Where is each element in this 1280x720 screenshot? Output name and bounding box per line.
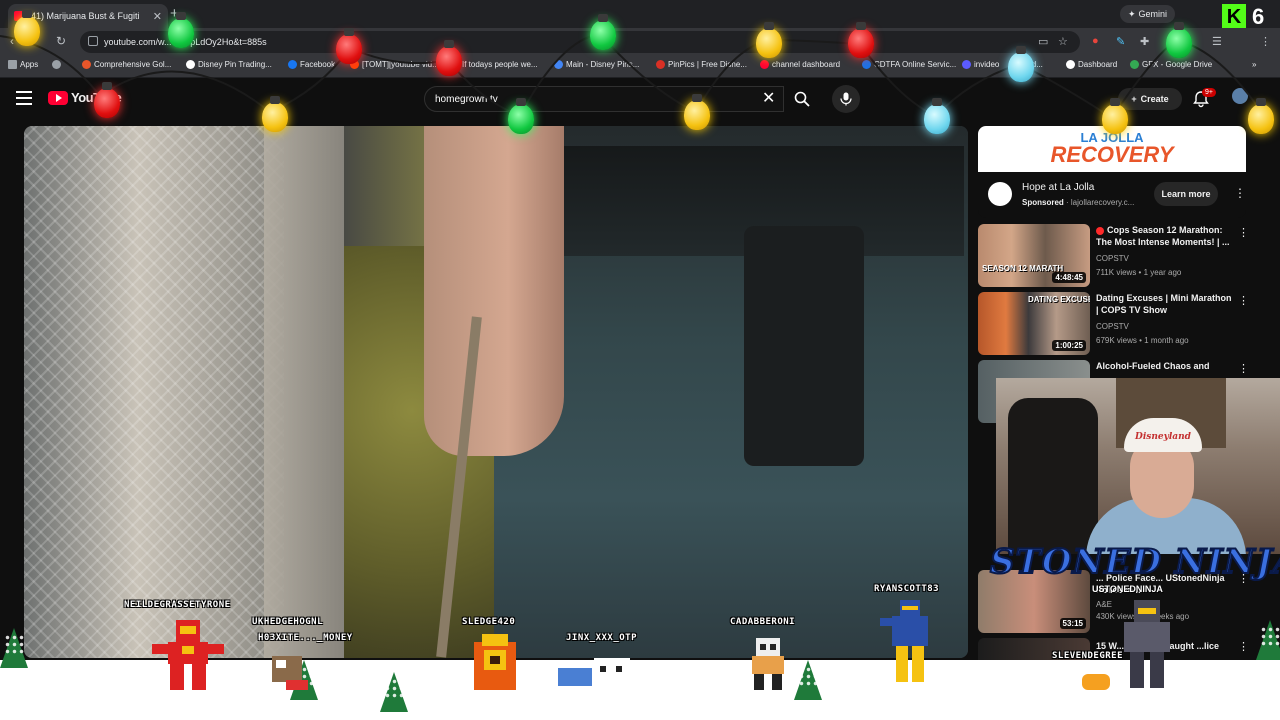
viewer-name: UKHEDGEHOGNL <box>252 617 324 627</box>
video-thumbnail[interactable]: SEASON 12 MARATH 4:48:45 <box>978 224 1090 287</box>
channel-name[interactable]: A&E <box>1096 600 1112 609</box>
video-duration: 53:15 <box>1059 618 1086 629</box>
christmas-light-icon <box>1008 46 1034 82</box>
christmas-light-icon <box>336 28 362 64</box>
ad-domain: lajollarecovery.c... <box>1070 198 1135 207</box>
ad-info-row: Hope at La Jolla Sponsored · lajollareco… <box>988 178 1246 212</box>
ad-banner-line2: RECOVERY <box>1050 142 1174 167</box>
christmas-tree-icon <box>380 672 408 712</box>
video-thumbnail[interactable]: DATING EXCUSES 1:00:25 <box>978 292 1090 355</box>
webcam-chair <box>1008 398 1098 554</box>
viewer-name: SLEVENDEGREE <box>1052 651 1124 661</box>
stream-name-overlay: STONED NINJA <box>989 541 1280 583</box>
christmas-light-icon <box>848 22 874 58</box>
cap-logo: Disneyland <box>1135 432 1191 442</box>
channel-name[interactable]: COPSTV <box>1096 322 1129 331</box>
christmas-light-icon <box>14 10 40 46</box>
video-frame-radio <box>744 226 864 466</box>
viewer-name: SLEDGE420 <box>462 617 516 627</box>
video-frame-door <box>264 126 344 658</box>
christmas-light-icon <box>1248 98 1274 134</box>
hedgehog-sprite-icon <box>272 656 308 690</box>
viewer-name: H03XITE..._MONEY <box>258 633 353 643</box>
cyclops-sprite-icon <box>880 600 928 682</box>
video-player[interactable] <box>24 126 968 658</box>
advertiser-logo[interactable] <box>988 182 1012 206</box>
flame-sprite-icon <box>474 634 516 690</box>
christmas-light-icon <box>262 96 288 132</box>
christmas-tree-icon <box>794 660 822 700</box>
mech-sprite-icon <box>1124 600 1170 688</box>
video-item[interactable]: DATING EXCUSES 1:00:25 Dating Excuses | … <box>978 292 1249 356</box>
christmas-light-icon <box>684 94 710 130</box>
video-title[interactable]: Cops Season 12 Marathon: The Most Intens… <box>1096 224 1232 248</box>
viewer-name: RYANSCOTT83 <box>874 584 940 594</box>
orange-blob-sprite-icon <box>1082 674 1110 690</box>
video-meta: 679K views • 1 month ago <box>1096 336 1189 345</box>
live-indicator-icon <box>1096 226 1104 235</box>
viewer-name: JINX_XXX_OTP <box>566 633 638 643</box>
more-actions-icon[interactable]: ⋮ <box>1238 226 1249 239</box>
christmas-light-icon <box>508 98 534 134</box>
christmas-light-icon <box>436 40 462 76</box>
more-actions-icon[interactable]: ⋮ <box>1238 294 1249 307</box>
christmas-tree-icon <box>0 628 28 668</box>
ad-title[interactable]: Hope at La Jolla <box>1022 182 1094 193</box>
thumbnail-text: SEASON 12 MARATH <box>982 264 1064 273</box>
streamer-webcam: Disneyland <box>996 378 1280 554</box>
christmas-light-icon <box>756 22 782 58</box>
ninja-username: USTONEDNINJA <box>1092 584 1163 594</box>
robot-sprite-icon <box>752 638 784 690</box>
viewer-name: CADABBERONI <box>730 617 796 627</box>
viewer-name: NEILDEGRASSETYRONE <box>124 600 231 610</box>
more-actions-icon[interactable]: ⋮ <box>1234 186 1246 200</box>
video-title[interactable]: Dating Excuses | Mini Marathon | COPS TV… <box>1096 292 1232 316</box>
light-string-wire <box>0 32 1265 120</box>
channel-name[interactable]: COPSTV <box>1096 254 1129 263</box>
video-item[interactable]: SEASON 12 MARATH 4:48:45 Cops Season 12 … <box>978 224 1249 288</box>
christmas-light-icon <box>168 12 194 48</box>
ironman-sprite-icon <box>152 620 224 690</box>
christmas-light-icon <box>590 14 616 50</box>
video-title[interactable]: Alcohol-Fueled Chaos and <box>1096 360 1232 372</box>
video-duration: 1:00:25 <box>1052 340 1086 351</box>
christmas-light-icon <box>924 98 950 134</box>
thumbnail-text: DATING EXCUSES <box>1028 295 1090 304</box>
video-frame-mesh <box>24 126 284 658</box>
learn-more-button[interactable]: Learn more <box>1154 182 1218 206</box>
ad-subtitle: Sponsored · lajollarecovery.c... <box>1022 198 1135 207</box>
more-actions-icon[interactable]: ⋮ <box>1238 362 1249 375</box>
christmas-light-icon <box>1166 22 1192 58</box>
christmas-tree-icon <box>1256 620 1280 660</box>
christmas-light-icon <box>1102 98 1128 134</box>
video-duration: 4:48:45 <box>1052 272 1086 283</box>
sponsored-label: Sponsored <box>1022 198 1064 207</box>
more-actions-icon[interactable]: ⋮ <box>1238 640 1249 653</box>
video-meta: 711K views • 1 year ago <box>1096 268 1182 277</box>
video-frame-arm <box>424 126 564 456</box>
tiger-sprite-icon <box>558 658 630 688</box>
christmas-light-icon <box>94 82 120 118</box>
